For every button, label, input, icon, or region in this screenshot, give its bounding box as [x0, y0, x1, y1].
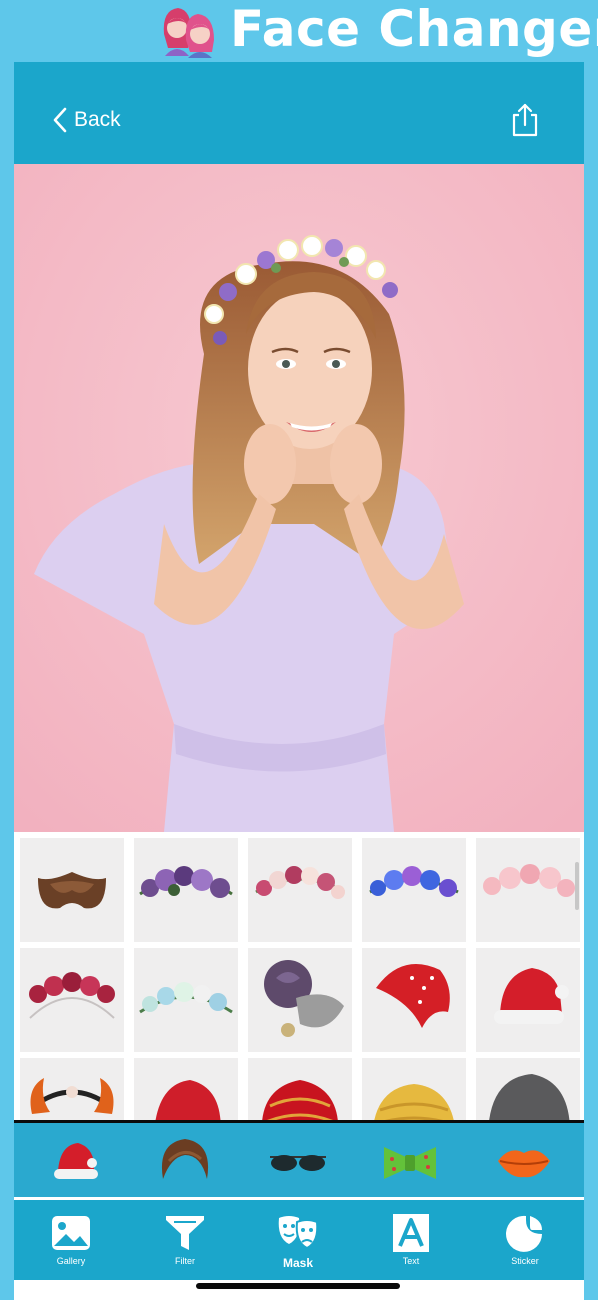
twin-girls-icon	[163, 8, 214, 58]
category-sunglasses[interactable]	[268, 1133, 328, 1189]
tab-gallery[interactable]: Gallery	[31, 1212, 111, 1274]
sunglasses-icon	[270, 1155, 326, 1171]
chevron-left-icon	[53, 107, 67, 133]
app-title: Face Changer	[230, 0, 598, 58]
sticker-item-red-flower-crown[interactable]	[20, 948, 124, 1052]
category-bow-tie[interactable]	[380, 1133, 440, 1189]
sticker-item-blue-flower-crown[interactable]	[362, 838, 466, 942]
sticker-item-mustache[interactable]	[20, 838, 124, 942]
mask-icon	[278, 1216, 319, 1250]
app-banner: Face Changer	[0, 0, 598, 62]
sticker-item-pink-flower-crown[interactable]	[248, 838, 352, 942]
sticker-item-peach-flower-crown[interactable]	[476, 838, 580, 942]
woman-with-flower-crown	[14, 164, 584, 832]
category-strip	[14, 1120, 584, 1200]
sticker-scrollbar[interactable]	[575, 862, 579, 910]
back-label: Back	[74, 108, 121, 131]
tab-text-label: Text	[402, 1256, 420, 1266]
sticker-item-red-turban[interactable]	[248, 1058, 352, 1120]
category-lips[interactable]	[494, 1133, 554, 1189]
tab-mask-label: Mask	[282, 1256, 314, 1270]
sticker-item-santa-hat-2[interactable]	[134, 1058, 238, 1120]
sticker-item-yellow-turban[interactable]	[362, 1058, 466, 1120]
tab-filter-label: Filter	[175, 1256, 195, 1266]
sticker-item-red-bandana[interactable]	[362, 948, 466, 1052]
bottom-tab-bar: Gallery Filter Mask Text Sticker	[14, 1200, 584, 1280]
tab-gallery-label: Gallery	[56, 1256, 86, 1266]
text-icon	[393, 1214, 429, 1252]
tab-sticker[interactable]: Sticker	[485, 1212, 565, 1274]
home-indicator	[196, 1283, 400, 1289]
edited-photo[interactable]	[14, 164, 584, 832]
navigation-bar: Back	[14, 62, 584, 164]
sticker-grid	[14, 832, 584, 1120]
sticker-item-devil-horns[interactable]	[20, 1058, 124, 1120]
category-santa-hat[interactable]	[44, 1133, 104, 1189]
sticker-item-santa-hat[interactable]	[476, 948, 580, 1052]
sticker-item-rose-feather[interactable]	[248, 948, 352, 1052]
sticker-item-pastel-flower-crown[interactable]	[134, 948, 238, 1052]
phone-screen: Back Gallery Filter Mask Text Sticker	[14, 62, 584, 1300]
share-icon[interactable]	[510, 102, 540, 138]
tab-text[interactable]: Text	[371, 1212, 451, 1274]
tab-sticker-label: Sticker	[511, 1256, 539, 1266]
tab-filter[interactable]: Filter	[145, 1212, 225, 1274]
sticker-item-beanie[interactable]	[476, 1058, 580, 1120]
back-button[interactable]: Back	[52, 102, 121, 138]
gallery-icon	[52, 1216, 90, 1250]
sticker-item-purple-flower-crown[interactable]	[134, 838, 238, 942]
sticker-icon	[506, 1215, 542, 1252]
category-hair[interactable]	[155, 1133, 215, 1189]
lips-icon	[498, 1150, 550, 1178]
filter-icon	[166, 1216, 204, 1250]
tab-mask[interactable]: Mask	[258, 1212, 338, 1274]
hair-icon	[161, 1139, 209, 1179]
santa-hat-icon	[54, 1143, 98, 1179]
bow-tie-icon	[384, 1147, 436, 1179]
